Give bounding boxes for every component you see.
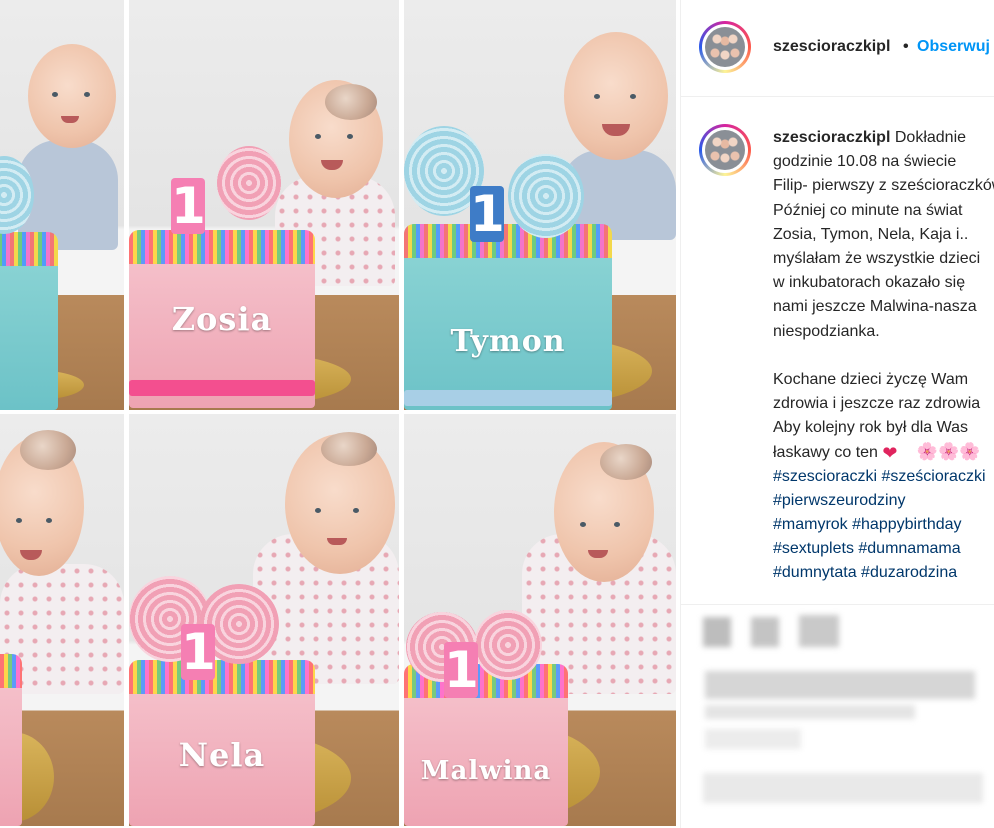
- avatar[interactable]: [699, 21, 751, 73]
- blurred-likes: [705, 671, 975, 699]
- hashtag-line[interactable]: #pierwszeurodziny: [773, 489, 994, 513]
- photo-tile-4: [0, 414, 124, 826]
- birthday-candle: 1: [444, 641, 479, 699]
- birthday-candle: 1: [470, 185, 505, 243]
- hashtag-line[interactable]: #szescioraczki #sześcioraczki: [773, 465, 994, 489]
- caption-line: szescioraczkipl Dokładnie: [773, 126, 994, 150]
- birthday-candle: 1: [181, 623, 216, 681]
- caption-avatar[interactable]: [699, 124, 751, 176]
- separator-dot: •: [903, 38, 909, 55]
- cake: Malwina: [404, 664, 568, 826]
- cake-name-label: Zosia: [171, 300, 273, 338]
- caption-line: w inkubatorach okazało się: [773, 274, 966, 292]
- cake-rose: [474, 610, 542, 680]
- cake-name-label: Malwina: [420, 756, 552, 786]
- caption-line: łaskawy co ten ❤ 🌸🌸🌸: [773, 440, 994, 464]
- caption-text: Dokładnie: [894, 129, 967, 146]
- like-icon[interactable]: [703, 617, 731, 647]
- cake-name-label: Tymon: [450, 324, 566, 359]
- caption-line: Zosia, Tymon, Nela, Kaja i..: [773, 225, 969, 243]
- blurred-date: [705, 729, 801, 749]
- cake: Tymon: [404, 224, 612, 410]
- blurred-comment-field[interactable]: [703, 773, 983, 803]
- caption-line: niespodzianka.: [773, 322, 880, 340]
- photo-tile-6: Malwina 1: [404, 414, 676, 826]
- baby-face: [564, 32, 668, 160]
- caption-line: Kochane dzieci życzę Wam: [773, 370, 969, 388]
- headband: [321, 432, 377, 466]
- caption-line: nami jeszcze Malwina-nasza: [773, 298, 977, 316]
- hashtag-line[interactable]: #sextuplets #dumnamama: [773, 537, 994, 561]
- blurred-actions-area: [681, 604, 994, 828]
- caption-line: zdrowia i jeszcze raz zdrowia: [773, 395, 981, 413]
- cake: Nela: [129, 660, 315, 826]
- photo-collage[interactable]: Zosia 1 Tymon 1 Nela 1 Malwina 1: [0, 0, 680, 828]
- cake: Zosia: [129, 230, 315, 408]
- cake-rose: [508, 154, 584, 238]
- avatar-image: [705, 130, 745, 170]
- caption-line: myślałam że wszystkie dzieci: [773, 249, 981, 267]
- heart-emoji-icon: ❤: [882, 443, 898, 464]
- post-header: szescioraczkipl • Obserwuj: [681, 0, 994, 97]
- cake-name-label: Nela: [178, 736, 266, 774]
- caption-line: Filip- pierwszy z sześcioraczków: [773, 177, 994, 195]
- caption-line: Później co minute na świat: [773, 201, 963, 219]
- cake-rose: [217, 146, 281, 220]
- hashtag-line[interactable]: #dumnytata #duzarodzina: [773, 561, 994, 585]
- caption-text: łaskawy co ten: [773, 444, 878, 462]
- baby-face: [28, 44, 116, 148]
- photo-tile-3: Tymon 1: [404, 0, 676, 410]
- caption-username[interactable]: szescioraczkipl: [773, 129, 890, 146]
- post-side-panel: szescioraczkipl • Obserwuj szescioraczki…: [680, 0, 994, 828]
- avatar-image: [705, 27, 745, 67]
- headband: [600, 444, 652, 480]
- caption-line: godzinie 10.08 na świecie: [773, 153, 957, 171]
- caption-line: Aby kolejny rok był dla Was: [773, 419, 969, 437]
- hashtag-line[interactable]: #mamyrok #happybirthday: [773, 513, 994, 537]
- birthday-candle: 1: [171, 177, 206, 235]
- photo-tile-2: Zosia 1: [129, 0, 399, 410]
- cake: [0, 232, 58, 410]
- photo-tile-1: [0, 0, 124, 410]
- headband: [325, 84, 377, 120]
- comment-icon[interactable]: [751, 617, 779, 647]
- blurred-likes: [705, 705, 915, 719]
- photo-tile-5: Nela 1: [129, 414, 399, 826]
- cake: [0, 654, 22, 826]
- post-author-username[interactable]: szescioraczkipl: [773, 38, 890, 56]
- follow-button[interactable]: Obserwuj: [917, 38, 990, 56]
- headband: [20, 430, 76, 470]
- post-caption: szescioraczkipl Dokładnie godzinie 10.08…: [773, 126, 994, 601]
- blossom-emoji-icon: 🌸🌸🌸: [916, 442, 981, 462]
- share-icon[interactable]: [799, 615, 839, 647]
